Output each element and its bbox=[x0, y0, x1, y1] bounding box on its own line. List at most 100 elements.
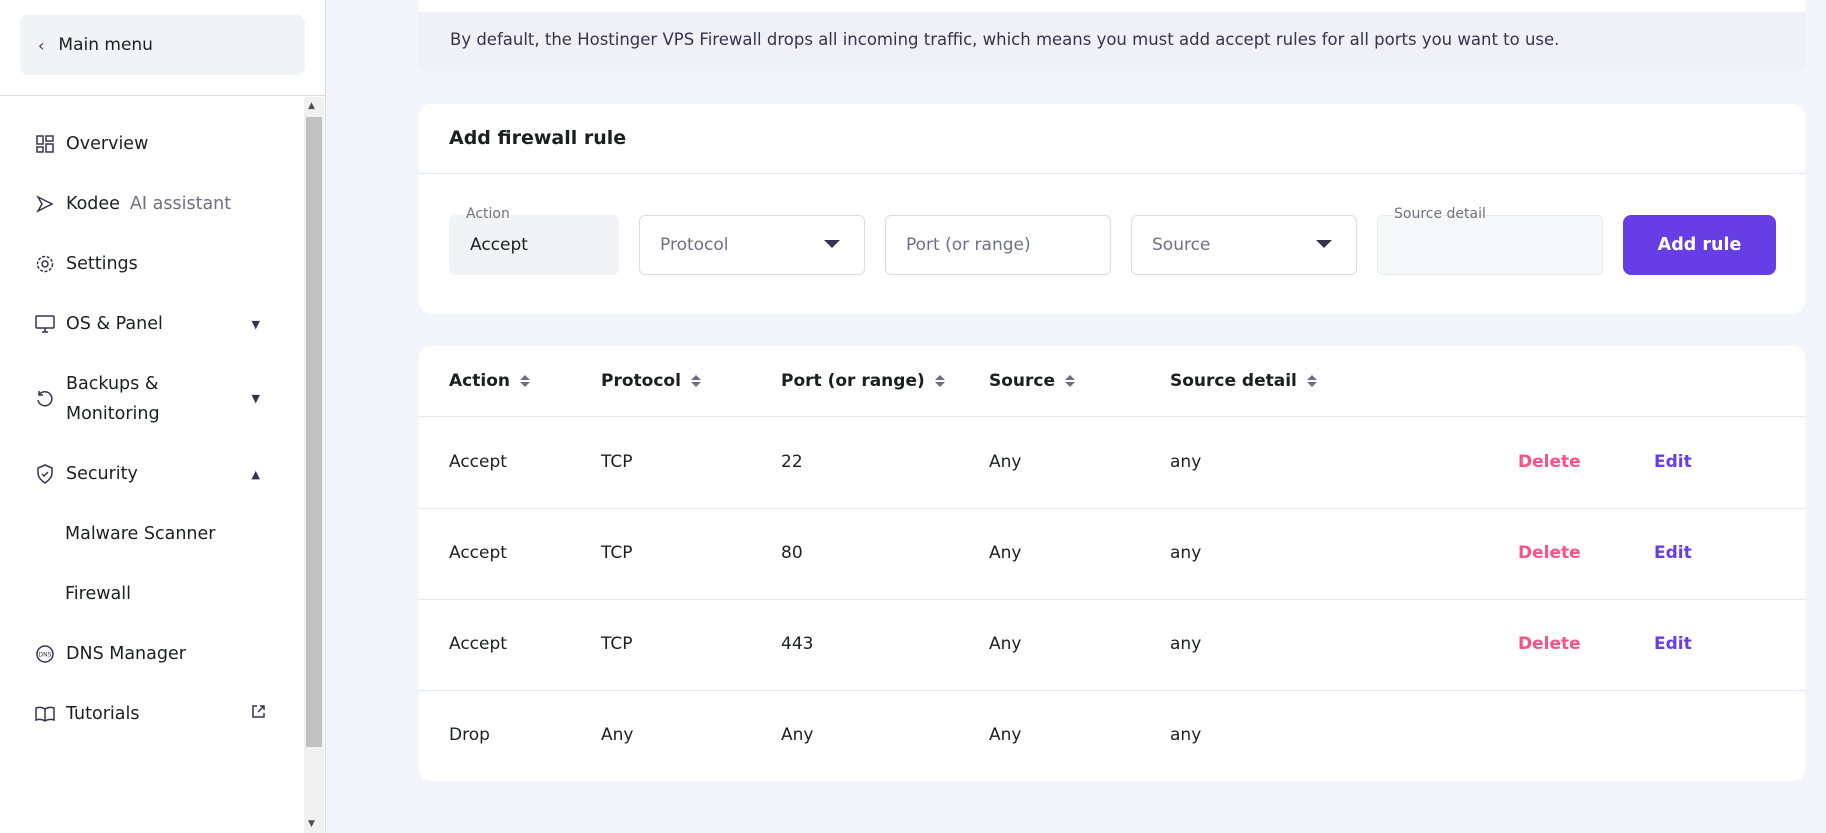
port-placeholder: Port (or range) bbox=[906, 235, 1031, 255]
main-menu-wrap: ‹ Main menu bbox=[0, 0, 325, 96]
cell-protocol: TCP bbox=[601, 452, 633, 472]
caret-up-icon: ▲ bbox=[251, 467, 260, 481]
cell-action: Accept bbox=[449, 634, 507, 654]
monitor-icon bbox=[34, 313, 56, 335]
cell-port: Any bbox=[781, 725, 814, 745]
table-row: Drop Any Any Any any bbox=[419, 691, 1805, 782]
caret-down-icon: ▼ bbox=[251, 392, 260, 405]
table-header: Action Protocol Port (or range) Source S… bbox=[419, 346, 1805, 417]
sidebar-item-kodee[interactable]: Kodee AI assistant bbox=[0, 189, 304, 219]
cell-source-detail: any bbox=[1170, 634, 1202, 654]
sidebar-item-overview[interactable]: Overview bbox=[0, 129, 304, 159]
sort-icon bbox=[1306, 375, 1317, 387]
dns-icon: DNS bbox=[34, 643, 56, 665]
main-menu-button[interactable]: ‹ Main menu bbox=[20, 15, 305, 75]
cell-source: Any bbox=[989, 725, 1022, 745]
sidebar-item-security[interactable]: Security ▲ bbox=[0, 459, 304, 489]
sidebar-item-label: DNS Manager bbox=[66, 644, 186, 664]
scrollbar-thumb[interactable] bbox=[306, 117, 322, 747]
column-header-source[interactable]: Source bbox=[989, 371, 1076, 391]
svg-text:DNS: DNS bbox=[39, 652, 52, 659]
cell-protocol: TCP bbox=[601, 543, 633, 563]
table-row: Accept TCP 443 Any any Delete Edit bbox=[419, 600, 1805, 691]
delete-button[interactable]: Delete bbox=[1518, 543, 1581, 563]
sort-icon bbox=[690, 375, 701, 387]
sidebar-item-tutorials[interactable]: Tutorials bbox=[0, 699, 304, 729]
sidebar-item-label: Kodee bbox=[66, 194, 120, 214]
cell-source-detail: any bbox=[1170, 452, 1202, 472]
sidebar-item-backups-monitoring[interactable]: Backups & Monitoring ▼ bbox=[0, 369, 304, 429]
cell-source: Any bbox=[989, 634, 1022, 654]
label-line-2: Monitoring bbox=[66, 404, 160, 424]
cell-protocol: TCP bbox=[601, 634, 633, 654]
book-icon bbox=[34, 703, 56, 725]
dropdown-arrow-icon bbox=[824, 240, 840, 248]
header-label: Protocol bbox=[601, 371, 681, 391]
header-label: Action bbox=[449, 371, 510, 391]
sidebar-item-settings[interactable]: Settings bbox=[0, 249, 304, 279]
cell-protocol: Any bbox=[601, 725, 634, 745]
column-header-source-detail[interactable]: Source detail bbox=[1170, 371, 1317, 391]
cell-action: Accept bbox=[449, 452, 507, 472]
sidebar-item-sublabel: AI assistant bbox=[129, 194, 232, 214]
add-rule-button[interactable]: Add rule bbox=[1623, 215, 1776, 275]
column-header-port[interactable]: Port (or range) bbox=[781, 371, 945, 391]
cell-action: Accept bbox=[449, 543, 507, 563]
header-label: Source bbox=[989, 371, 1056, 391]
label-line-1: Backups & bbox=[66, 374, 159, 394]
caret-down-icon: ▼ bbox=[251, 317, 260, 331]
sidebar: ‹ Main menu Overview Kodee AI assistant … bbox=[0, 0, 326, 833]
cell-port: 22 bbox=[781, 452, 803, 472]
edit-button[interactable]: Edit bbox=[1654, 452, 1692, 472]
sidebar-item-label: Tutorials bbox=[66, 704, 140, 724]
protocol-placeholder: Protocol bbox=[660, 235, 729, 255]
header-label: Port (or range) bbox=[781, 371, 925, 391]
firewall-rules-table: Action Protocol Port (or range) Source S… bbox=[419, 346, 1805, 781]
restore-icon bbox=[34, 388, 56, 410]
main-menu-label: Main menu bbox=[58, 35, 153, 55]
cell-source-detail: any bbox=[1170, 543, 1202, 563]
column-header-action[interactable]: Action bbox=[449, 371, 530, 391]
edit-button[interactable]: Edit bbox=[1654, 543, 1692, 563]
column-header-protocol[interactable]: Protocol bbox=[601, 371, 701, 391]
sidebar-scrollbar[interactable]: ▲ ▼ bbox=[304, 97, 324, 833]
cell-port: 80 bbox=[781, 543, 803, 563]
source-select[interactable]: Source bbox=[1131, 215, 1357, 275]
overview-icon bbox=[34, 133, 56, 155]
sidebar-item-firewall[interactable]: Firewall bbox=[0, 579, 304, 609]
protocol-select[interactable]: Protocol bbox=[639, 215, 865, 275]
source-detail-input[interactable]: Source detail bbox=[1377, 206, 1603, 275]
delete-button[interactable]: Delete bbox=[1518, 452, 1581, 472]
cell-port: 443 bbox=[781, 634, 814, 654]
sort-icon bbox=[519, 375, 530, 387]
source-placeholder: Source bbox=[1152, 235, 1211, 255]
sidebar-item-label: Overview bbox=[66, 134, 149, 154]
info-text: By default, the Hostinger VPS Firewall d… bbox=[450, 30, 1560, 49]
shield-icon bbox=[34, 463, 56, 485]
cell-source: Any bbox=[989, 543, 1022, 563]
sidebar-nav: Overview Kodee AI assistant Settings OS … bbox=[0, 97, 304, 833]
header-label: Source detail bbox=[1170, 371, 1297, 391]
port-input[interactable]: Port (or range) bbox=[885, 215, 1111, 275]
sort-icon bbox=[934, 375, 945, 387]
chevron-left-icon: ‹ bbox=[38, 35, 45, 55]
sidebar-item-dns-manager[interactable]: DNS DNS Manager bbox=[0, 639, 304, 669]
edit-button[interactable]: Edit bbox=[1654, 634, 1692, 654]
sort-icon bbox=[1065, 375, 1076, 387]
add-rule-title: Add firewall rule bbox=[419, 104, 1805, 174]
cell-source-detail: any bbox=[1170, 725, 1202, 745]
source-detail-label: Source detail bbox=[1394, 206, 1486, 222]
scroll-up-arrow-icon[interactable]: ▲ bbox=[308, 101, 315, 111]
scroll-down-arrow-icon[interactable]: ▼ bbox=[308, 819, 315, 829]
dropdown-arrow-icon bbox=[1316, 240, 1332, 248]
sidebar-item-os-panel[interactable]: OS & Panel ▼ bbox=[0, 309, 304, 339]
delete-button[interactable]: Delete bbox=[1518, 634, 1581, 654]
action-select[interactable]: Action Accept bbox=[449, 206, 619, 275]
firewall-info-banner: By default, the Hostinger VPS Firewall d… bbox=[419, 0, 1805, 71]
kodee-icon bbox=[34, 193, 56, 215]
sidebar-item-label: Settings bbox=[66, 254, 138, 274]
sidebar-item-malware-scanner[interactable]: Malware Scanner bbox=[0, 519, 304, 549]
sidebar-item-label: Backups & Monitoring bbox=[66, 369, 160, 429]
sidebar-item-label: Security bbox=[66, 464, 138, 484]
cell-source: Any bbox=[989, 452, 1022, 472]
